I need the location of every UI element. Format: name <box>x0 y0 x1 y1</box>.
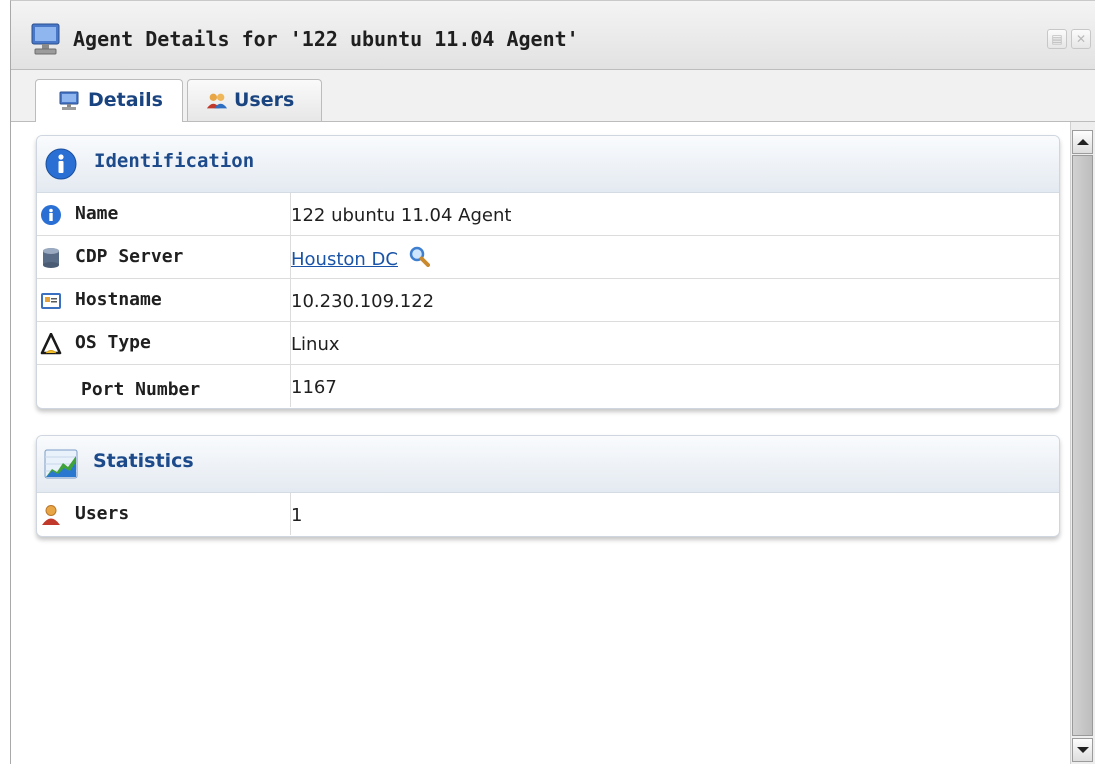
info-icon <box>41 205 61 225</box>
chart-icon <box>44 449 78 479</box>
users-value: 1 <box>291 504 303 526</box>
tab-users[interactable]: Users <box>187 79 322 121</box>
close-icon: ✕ <box>1075 32 1087 46</box>
users-icon <box>206 93 228 109</box>
value-cell: 1167 <box>290 364 1059 407</box>
scroll-thumb[interactable] <box>1072 155 1093 736</box>
table-row: CDP Server Houston DC <box>37 235 1059 279</box>
restore-button[interactable]: ▤ <box>1047 29 1067 49</box>
window-titlebar[interactable]: Agent Details for '122 ubuntu 11.04 Agen… <box>11 1 1095 70</box>
scroll-down-button[interactable] <box>1072 738 1093 762</box>
table-row: Users 1 <box>37 493 1059 535</box>
table-row: OS Type Linux <box>37 321 1059 365</box>
restore-icon: ▤ <box>1051 32 1063 46</box>
hostname-value: 10.230.109.122 <box>291 290 435 312</box>
statistics-panel: Statistics Users 1 <box>36 435 1060 537</box>
details-content: Identification Name 122 ubuntu 11.04 Age… <box>11 122 1069 764</box>
cdp-server-link[interactable]: Houston DC <box>291 249 398 270</box>
name-value: 122 ubuntu 11.04 Agent <box>291 204 512 226</box>
statistics-table: Users 1 <box>37 493 1059 535</box>
label-cell: Port Number <box>37 364 291 407</box>
magnifier-icon[interactable] <box>408 245 430 267</box>
statistics-title: Statistics <box>93 450 194 472</box>
port-number-value: 1167 <box>291 376 337 398</box>
label-cell: OS Type <box>37 321 291 365</box>
value-cell: 1 <box>291 493 1060 535</box>
label-cell: Hostname <box>37 278 291 322</box>
linux-icon <box>40 333 62 355</box>
table-row: Name 122 ubuntu 11.04 Agent <box>37 193 1059 236</box>
label-cell: Name <box>37 193 291 236</box>
tab-details[interactable]: Details <box>35 79 183 122</box>
hostname-icon <box>41 293 61 309</box>
user-icon <box>42 505 60 525</box>
value-cell: 10.230.109.122 <box>290 278 1059 322</box>
vertical-scrollbar[interactable] <box>1070 122 1095 764</box>
identification-panel: Identification Name 122 ubuntu 11.04 Age… <box>36 135 1060 409</box>
identification-title: Identification <box>94 150 255 172</box>
os-type-value: Linux <box>291 333 340 355</box>
window-title: Agent Details for '122 ubuntu 11.04 Agen… <box>73 27 579 51</box>
identification-table: Name 122 ubuntu 11.04 Agent CDP Server H… <box>37 193 1059 407</box>
close-button[interactable]: ✕ <box>1071 29 1091 49</box>
arrow-up-icon <box>1077 139 1089 145</box>
info-icon <box>45 148 77 180</box>
label-cell: Users <box>37 493 291 535</box>
table-row: Hostname 10.230.109.122 <box>37 278 1059 322</box>
identification-header: Identification <box>37 136 1059 193</box>
value-cell: Houston DC <box>290 235 1059 279</box>
os-type-label: OS Type <box>75 332 151 353</box>
port-number-label: Port Number <box>81 379 201 400</box>
tab-details-label: Details <box>88 89 163 111</box>
cdp-server-label: CDP Server <box>75 246 184 267</box>
tab-users-label: Users <box>234 89 295 111</box>
tab-strip: Details Users <box>11 70 1095 122</box>
value-cell: Linux <box>290 321 1059 365</box>
value-cell: 122 ubuntu 11.04 Agent <box>291 193 1060 236</box>
table-row: Port Number 1167 <box>37 364 1059 407</box>
computer-icon <box>59 91 79 110</box>
users-label: Users <box>75 503 130 524</box>
agent-details-window: Agent Details for '122 ubuntu 11.04 Agen… <box>10 0 1095 764</box>
label-cell: CDP Server <box>37 235 291 279</box>
arrow-down-icon <box>1077 747 1089 753</box>
scroll-up-button[interactable] <box>1072 130 1093 154</box>
statistics-header: Statistics <box>37 436 1059 493</box>
database-icon <box>43 248 59 268</box>
computer-icon <box>31 23 60 55</box>
hostname-label: Hostname <box>75 289 162 310</box>
name-label: Name <box>75 203 119 224</box>
